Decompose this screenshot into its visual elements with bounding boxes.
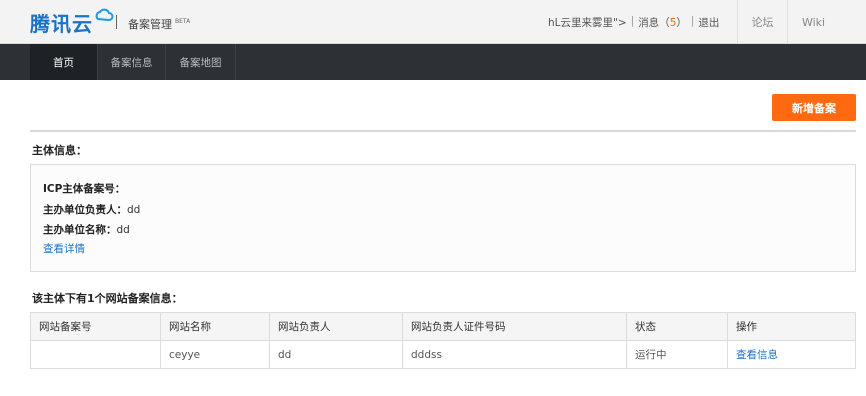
tab-filing-map[interactable]: 备案地图 (166, 44, 236, 80)
column-header: 网站名称 (160, 312, 270, 341)
icp-label: ICP主体备案号： (43, 183, 126, 195)
tencent-cloud-logo[interactable]: 腾讯云 (30, 8, 114, 36)
wiki-link[interactable]: Wiki (787, 0, 839, 44)
column-header: 网站负责人 (269, 312, 403, 341)
divider-line (30, 130, 856, 132)
forum-link[interactable]: 论坛 (737, 0, 787, 44)
view-info-link[interactable]: 查看信息 (736, 349, 778, 361)
top-header: 腾讯云 备案管理 BETA hL云里来雾里"> | 消息（5） | 退出 论坛 W… (0, 0, 866, 44)
tab-home[interactable]: 首页 (30, 44, 98, 80)
icp-number-row: ICP主体备案号： (43, 181, 125, 196)
column-header: 操作 (727, 312, 856, 341)
owner-value: dd (127, 204, 141, 216)
cloud-icon (95, 8, 114, 22)
column-header: 状态 (626, 312, 728, 341)
owner-id-cell: dddss (402, 340, 627, 369)
org-row: 主办单位名称：dd (43, 222, 130, 237)
tab-filing-info[interactable]: 备案信息 (98, 44, 166, 80)
subject-info-title: 主体信息： (32, 144, 87, 157)
main-nav: 首页 备案信息 备案地图 (0, 44, 866, 80)
owner-label: 主办单位负责人： (43, 204, 127, 216)
column-header: 网站负责人证件号码 (402, 312, 627, 341)
product-name: 备案管理 (128, 18, 172, 31)
username-link[interactable]: hL云里来雾里"> (548, 15, 627, 30)
site-filing-table: 网站备案号 网站名称 网站负责人 网站负责人证件号码 状态 操作 ceyye d… (30, 312, 856, 369)
header-divider (116, 15, 117, 29)
messages-close: ） (676, 17, 687, 29)
new-filing-button[interactable]: 新增备案 (772, 94, 856, 121)
record-number-cell (30, 340, 161, 369)
org-label: 主办单位名称： (43, 224, 117, 236)
column-header: 网站备案号 (30, 312, 161, 341)
owner-row: 主办单位负责人：dd (43, 202, 140, 217)
beta-badge: BETA (175, 18, 191, 26)
table-row: ceyye dd dddss 运行中 查看信息 (30, 340, 856, 369)
logout-link[interactable]: 退出 (698, 15, 719, 30)
site-list-title: 该主体下有1个网站备案信息： (32, 292, 183, 305)
logo-text: 腾讯云 (30, 11, 93, 36)
status-cell: 运行中 (626, 340, 728, 369)
action-cell: 查看信息 (727, 340, 856, 369)
user-area: hL云里来雾里"> | 消息（5） | 退出 (548, 15, 719, 30)
view-details-link[interactable]: 查看详情 (43, 241, 85, 256)
site-name-cell: ceyye (160, 340, 270, 369)
product-title: 备案管理 BETA (128, 16, 190, 32)
site-owner-cell: dd (269, 340, 403, 369)
subject-info-panel: ICP主体备案号： 主办单位负责人：dd 主办单位名称：dd 查看详情 (30, 164, 856, 272)
messages-link[interactable]: 消息（5） (638, 15, 687, 30)
divider: | (630, 15, 635, 27)
table-header-row: 网站备案号 网站名称 网站负责人 网站负责人证件号码 状态 操作 (30, 312, 856, 341)
messages-label: 消息（ (638, 17, 670, 29)
org-value: dd (116, 224, 130, 236)
divider: | (690, 15, 695, 27)
